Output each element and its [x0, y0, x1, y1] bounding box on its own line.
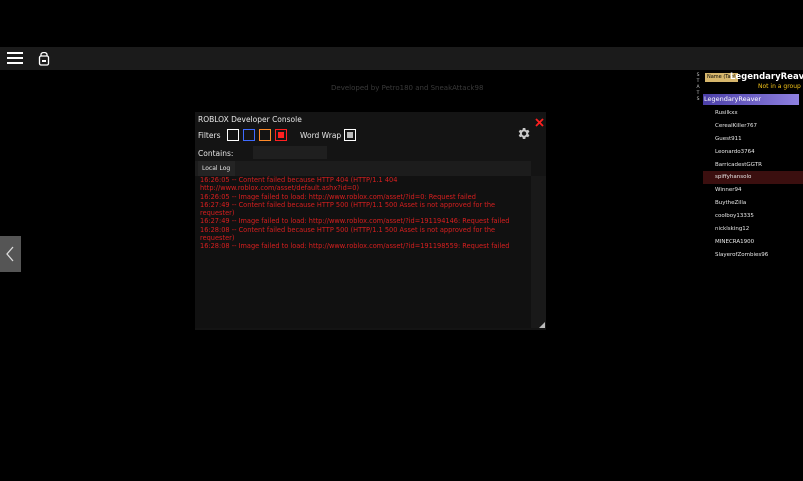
log-line: 16:27:49 -- Image failed to load: http:/…: [200, 217, 510, 226]
local-player-name: LegendaryReaver: [730, 72, 803, 82]
stats-label: STATS: [696, 73, 700, 103]
leaderboard-player-list: Rusilkxx CerealKiller767 Guest911 Leonar…: [703, 107, 803, 262]
close-icon: [535, 118, 544, 127]
log-line: http://www.roblox.com/asset/default.ashx…: [200, 184, 360, 193]
player-name: BuytheZilla: [715, 200, 747, 207]
credits-text: Developed by Petro180 and SneakAttack98: [331, 84, 484, 92]
player-name: SlayerofZombies96: [715, 251, 769, 258]
log-line: requester): [200, 234, 235, 243]
player-name: coolboy13335: [715, 213, 754, 220]
resize-handle[interactable]: [539, 322, 545, 328]
backpack-icon[interactable]: [38, 51, 50, 66]
console-tab-bar: Local Log: [195, 161, 531, 176]
local-player-group: Not in a group: [758, 83, 801, 90]
leaderboard-self-row[interactable]: LegendaryReaver: [703, 94, 799, 105]
log-line: 16:28:08 -- Image failed to load: http:/…: [200, 242, 510, 251]
top-bar: [0, 47, 803, 70]
player-row[interactable]: nicklsking12: [703, 223, 803, 236]
filter-output-checkbox[interactable]: [227, 129, 239, 141]
tab-local-log[interactable]: Local Log: [198, 161, 235, 176]
settings-button[interactable]: [516, 126, 531, 141]
gear-icon: [518, 128, 530, 139]
log-line: requester): [200, 209, 235, 218]
player-row[interactable]: Rusilkxx: [703, 107, 803, 120]
log-line: 16:27:49 -- Content failed because HTTP …: [200, 200, 496, 209]
log-list: 16:26:05 -- Content failed because HTTP …: [200, 176, 526, 251]
player-row[interactable]: SlayerofZombies96: [703, 249, 803, 262]
side-panel-toggle[interactable]: [0, 236, 21, 272]
filter-error-checkbox[interactable]: [275, 129, 287, 141]
word-wrap-checkbox[interactable]: [344, 129, 356, 141]
log-scrollbar[interactable]: [531, 176, 546, 328]
stats-letter: S: [696, 97, 700, 102]
contains-label: Contains:: [198, 149, 234, 158]
player-row[interactable]: BuytheZilla: [703, 197, 803, 210]
player-name: Guest911: [715, 135, 742, 142]
player-name: MINECRA1900: [715, 238, 755, 245]
contains-filter-input[interactable]: [253, 146, 327, 159]
self-row-name: LegendaryReaver: [704, 95, 762, 103]
player-name: CerealKiller767: [715, 122, 757, 129]
player-name: BarricadestGGTR: [715, 161, 762, 168]
player-row[interactable]: MINECRA1900: [703, 236, 803, 249]
close-button[interactable]: [534, 113, 545, 127]
filter-info-checkbox[interactable]: [243, 129, 255, 141]
player-row[interactable]: Leonardo3764: [703, 146, 803, 159]
filters-label: Filters: [198, 131, 221, 140]
tab-label: Local Log: [202, 165, 231, 172]
player-name: spiffyhansolo: [715, 174, 752, 181]
filter-warning-checkbox[interactable]: [259, 129, 271, 141]
log-line: 16:26:05 -- Image failed to load: http:/…: [200, 192, 476, 201]
player-name: nicklsking12: [715, 226, 750, 233]
word-wrap-label: Word Wrap: [300, 131, 342, 140]
player-row[interactable]: Guest911: [703, 133, 803, 146]
chevron-left-icon: [6, 246, 14, 262]
console-title: ROBLOX Developer Console: [198, 115, 302, 124]
log-line: 16:28:08 -- Content failed because HTTP …: [200, 225, 496, 234]
player-row[interactable]: coolboy13335: [703, 210, 803, 223]
hamburger-menu-icon[interactable]: [7, 52, 23, 65]
player-row[interactable]: spiffyhansolo: [703, 171, 803, 185]
player-name: Leonardo3764: [715, 148, 755, 155]
player-row[interactable]: BarricadestGGTR: [703, 159, 803, 172]
log-line: 16:26:05 -- Content failed because HTTP …: [200, 176, 398, 184]
player-row[interactable]: CerealKiller767: [703, 120, 803, 133]
player-row[interactable]: Winner94: [703, 184, 803, 197]
player-name: Winner94: [715, 187, 742, 194]
developer-console: ROBLOX Developer Console Filters Word Wr…: [195, 112, 546, 330]
player-name: Rusilkxx: [715, 110, 738, 116]
